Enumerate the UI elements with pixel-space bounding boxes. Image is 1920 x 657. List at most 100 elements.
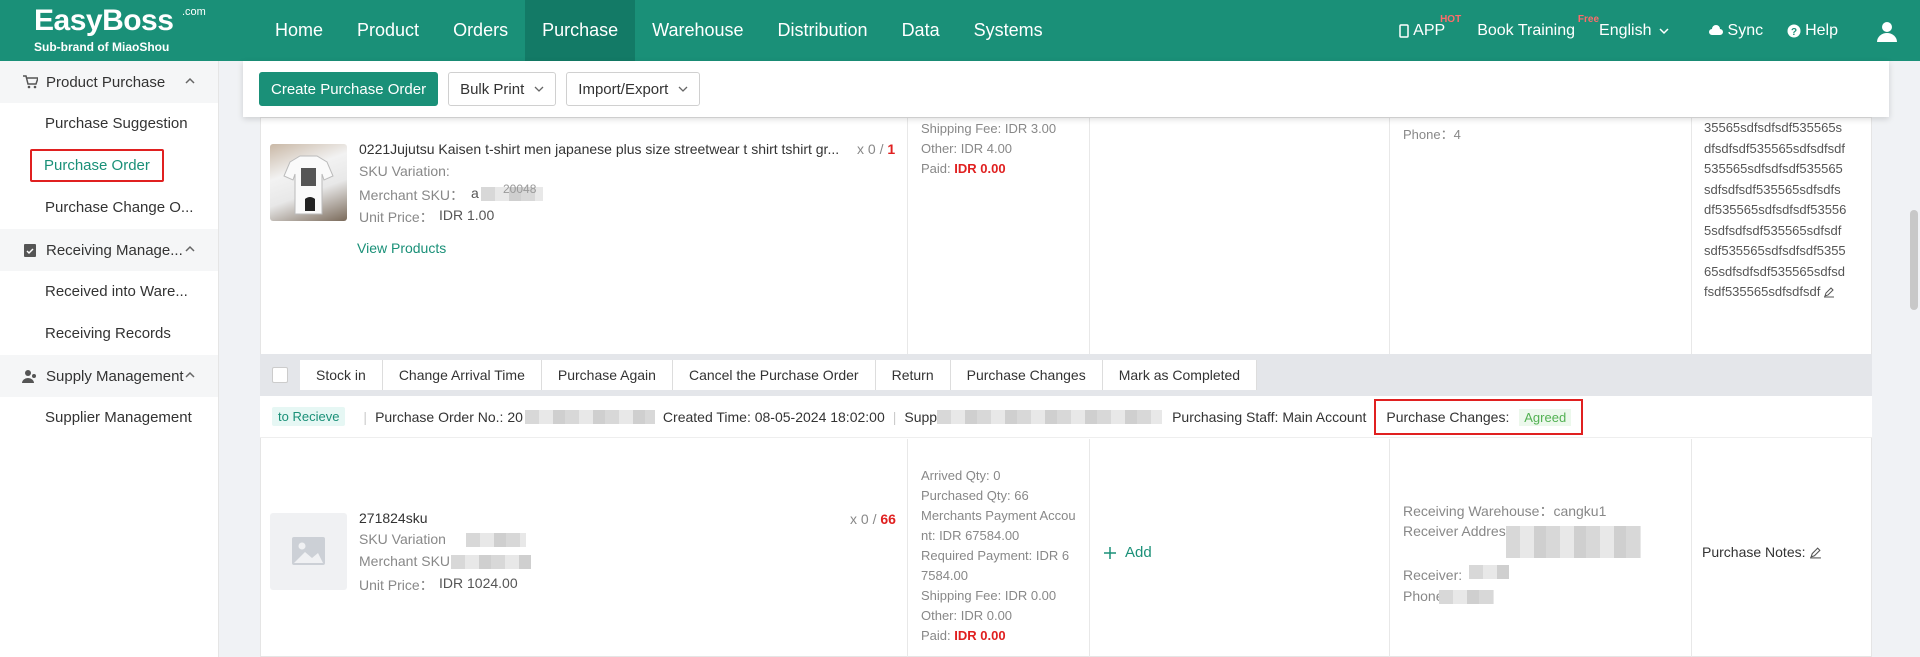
purchase-notes-label: Purchase Notes: [1702, 544, 1806, 560]
toolbar: Create Purchase Order Bulk Print Import/… [243, 61, 1889, 117]
plus-icon [1104, 546, 1116, 559]
merchant-sku-label: Merchant SKU： [359, 187, 465, 203]
right-nav: APP HOT Book Training Free English Sync … [1399, 0, 1920, 61]
change-arrival-time-button[interactable]: Change Arrival Time [382, 360, 542, 390]
purchasing-staff: Purchasing Staff: Main Account [1172, 408, 1367, 425]
created-time: Created Time: 08-05-2024 18:02:00 [662, 408, 885, 425]
product-name[interactable]: 0221Jujutsu Kaisen t-shirt men japanese … [359, 141, 839, 157]
edit-icon[interactable] [1823, 286, 1835, 298]
sidebar-item-purchase-order[interactable]: Purchase Order [0, 145, 210, 187]
order-actions-bar: Stock in Change Arrival Time Purchase Ag… [260, 354, 1872, 396]
sku-variation-label: SKU Variation: [359, 163, 450, 179]
select-order-checkbox[interactable] [272, 367, 288, 383]
user-avatar[interactable] [1876, 20, 1902, 42]
required-payment-cont: 7584.00 [921, 568, 968, 583]
purchase-changes-button[interactable]: Purchase Changes [950, 360, 1103, 390]
notes-line: sdfsdfsdf535565sdfsdfs [1704, 181, 1841, 197]
nav-product[interactable]: Product [340, 0, 436, 61]
paid-value: IDR 0.00 [954, 161, 1006, 176]
merchant-payment-cont: nt: IDR 67584.00 [921, 528, 1020, 543]
receiving-warehouse: Receiving Warehouse：cangku1 [1403, 503, 1607, 519]
sidebar-item-purchase-change[interactable]: Purchase Change O... [0, 187, 210, 229]
blurred-sku [451, 555, 531, 569]
import-export-button[interactable]: Import/Export [566, 72, 701, 106]
status-badge: to Recieve [272, 407, 346, 426]
blurred-variation [466, 533, 526, 547]
merchant-payment: Merchants Payment Accou [921, 508, 1076, 523]
placeholder-image[interactable] [270, 513, 347, 590]
arrived-qty: Arrived Qty: 0 [921, 468, 1001, 483]
tshirt-image [283, 155, 334, 215]
notes-line: fsdf535565sdfsdfsdf [1704, 284, 1821, 299]
return-button[interactable]: Return [875, 360, 951, 390]
sidebar-item-received-into-warehouse[interactable]: Received into Ware... [0, 271, 210, 313]
image-icon [292, 537, 325, 565]
nav-distribution[interactable]: Distribution [761, 0, 885, 61]
create-purchase-order-button[interactable]: Create Purchase Order [259, 72, 439, 106]
purchased-qty: Purchased Qty: 66 [921, 488, 1029, 503]
product-thumbnail[interactable] [270, 144, 347, 221]
clipboard-icon [24, 244, 36, 257]
shipping-fee: Shipping Fee: IDR 0.00 [921, 588, 1057, 603]
cancel-purchase-order-button[interactable]: Cancel the Purchase Order [672, 360, 876, 390]
stock-in-button[interactable]: Stock in [300, 360, 383, 390]
language-select[interactable]: English [1599, 22, 1673, 40]
cloud-icon [1708, 24, 1723, 35]
other-fee: Other: IDR 4.00 [921, 141, 1013, 156]
notes-line: df535565sdfsdfsdf53556 [1704, 202, 1847, 217]
purchase-changes-label: Purchase Changes: [1386, 408, 1510, 425]
help-button[interactable]: ? Help [1787, 22, 1838, 40]
nav-purchase[interactable]: Purchase [525, 0, 636, 61]
nav-systems[interactable]: Systems [957, 0, 1060, 61]
chevron-down-icon [1658, 27, 1669, 34]
logo-com: .com [182, 6, 206, 18]
sku-name[interactable]: 271824sku [359, 510, 428, 526]
unit-price-label: Unit Price： [359, 209, 434, 225]
language-label: English [1599, 21, 1652, 39]
qty-total: 1 [887, 141, 896, 157]
mark-as-completed-button[interactable]: Mark as Completed [1102, 360, 1258, 390]
view-products-link[interactable]: View Products [357, 240, 446, 256]
sidebar-item-supplier-management[interactable]: Supplier Management [0, 397, 210, 439]
page-scrollbar[interactable] [1910, 210, 1918, 310]
nav-home[interactable]: Home [258, 0, 340, 61]
paid-label: Paid: [921, 161, 951, 176]
agreed-badge: Agreed [1519, 408, 1572, 426]
purchase-again-button[interactable]: Purchase Again [541, 360, 673, 390]
easyboss-logo[interactable]: EasyBoss .com Sub-brand of MiaoShou [34, 4, 206, 56]
main-nav: Home Product Orders Purchase Warehouse D… [258, 0, 1060, 61]
help-icon: ? [1787, 24, 1801, 38]
sidebar-group-receiving[interactable]: Receiving Manage... [0, 229, 218, 271]
notes-line: 65sdfsdfsdf535565sdfsd [1704, 263, 1845, 279]
sidebar-group-supply[interactable]: Supply Management [0, 355, 218, 397]
book-training-label: Book Training [1477, 21, 1576, 39]
import-export-label: Import/Export [578, 80, 669, 98]
receiver-label: Receiver: [1403, 567, 1463, 583]
unit-price-value: IDR 1.00 [439, 207, 495, 223]
purchase-notes: 35565sdfsdfsdf535565s dfsdfsdf535565sdfs… [1704, 118, 1869, 303]
notes-line: 5sdfsdfsdf535565sdfsdf [1704, 222, 1842, 238]
book-training-link[interactable]: Book Training Free [1477, 14, 1599, 40]
po-number: Purchase Order No.: 20 [375, 408, 523, 425]
supplier[interactable]: Supp [904, 409, 937, 425]
blurred-phone [1439, 590, 1494, 604]
sidebar-item-receiving-records[interactable]: Receiving Records [0, 313, 210, 355]
nav-data[interactable]: Data [885, 0, 957, 61]
notes-line: sdf535565sdfsdfsdf5355 [1704, 243, 1846, 258]
chevron-up-icon [185, 245, 195, 252]
sku-variation-label: SKU Variation [359, 531, 446, 547]
qty-total: 66 [880, 511, 896, 527]
nav-warehouse[interactable]: Warehouse [635, 0, 760, 61]
sidebar-item-label: Purchase Order [30, 149, 164, 182]
app-link[interactable]: APP HOT [1399, 14, 1461, 40]
sync-button[interactable]: Sync [1708, 22, 1763, 40]
merchant-sku-value: a [471, 185, 479, 201]
paid-value: IDR 0.00 [954, 628, 1006, 643]
order-header: to Recieve | Purchase Order No.: 20 Crea… [260, 396, 1872, 438]
add-button[interactable]: Add [1103, 544, 1152, 561]
sidebar-item-purchase-suggestion[interactable]: Purchase Suggestion [0, 103, 210, 145]
bulk-print-button[interactable]: Bulk Print [448, 72, 557, 106]
sidebar-group-product-purchase[interactable]: Product Purchase [0, 61, 218, 103]
nav-orders[interactable]: Orders [436, 0, 525, 61]
edit-icon[interactable] [1809, 546, 1822, 559]
